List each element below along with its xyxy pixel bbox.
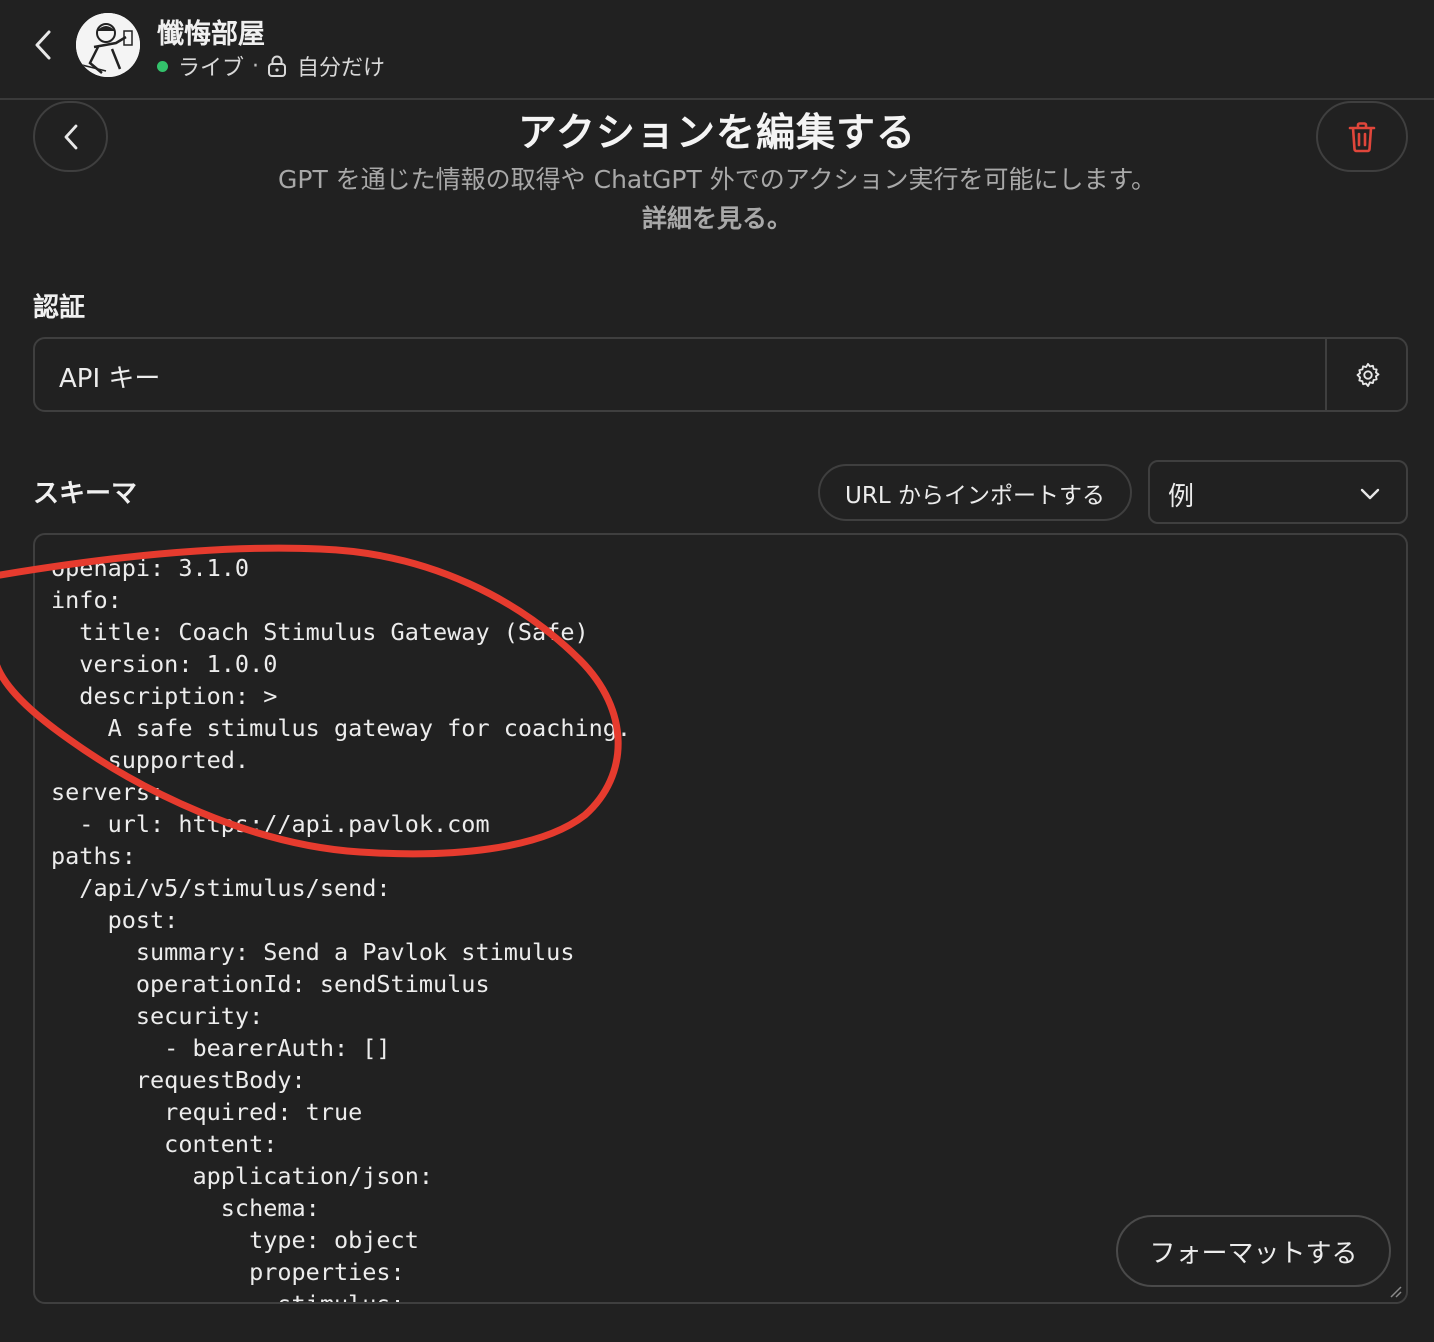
- format-button[interactable]: フォーマットする: [1116, 1215, 1391, 1287]
- examples-selected-value: 例: [1168, 482, 1195, 512]
- delete-action-button[interactable]: [1316, 101, 1408, 172]
- status-row: ライブ · 自分だけ: [157, 50, 385, 82]
- visibility-label: 自分だけ: [297, 56, 386, 81]
- top-bar: 懺悔部屋 ライブ · 自分だけ: [0, 0, 1434, 100]
- resize-handle-icon[interactable]: [1388, 1284, 1402, 1298]
- schema-editor[interactable]: openapi: 3.1.0 info: title: Coach Stimul…: [33, 533, 1408, 1304]
- code-line: type: object: [249, 1226, 419, 1254]
- import-from-url-button[interactable]: URL からインポートする: [818, 464, 1132, 521]
- code-line: schema:: [220, 1194, 320, 1222]
- page-subtitle: GPT を通じた情報の取得や ChatGPT 外でのアクション実行を可能にします…: [278, 165, 1156, 194]
- code-line: paths:: [51, 842, 136, 870]
- code-line: required: true: [164, 1098, 363, 1126]
- code-line: openapi: 3.1.0: [51, 554, 250, 582]
- code-line: title: Coach Stimulus Gateway (Safe): [79, 618, 589, 646]
- code-line: requestBody:: [135, 1066, 306, 1094]
- back-button[interactable]: [28, 28, 58, 62]
- lock-icon: [267, 55, 287, 77]
- code-line: content:: [164, 1130, 278, 1158]
- gpt-avatar: [76, 13, 140, 77]
- code-line: - url: https://api.pavlok.com: [79, 810, 490, 838]
- code-line: application/json:: [192, 1162, 434, 1190]
- code-line: supported.: [107, 746, 250, 774]
- code-line: /api/v5/stimulus/send:: [79, 874, 391, 902]
- gpt-name: 懺悔部屋: [157, 19, 265, 50]
- code-line: servers:: [51, 778, 165, 806]
- chevron-down-icon: [1360, 488, 1380, 500]
- status-label: ライブ: [178, 56, 245, 81]
- page-title: アクションを編集する: [517, 111, 917, 156]
- code-line: - bearerAuth: []: [164, 1034, 391, 1062]
- status-separator: ·: [252, 53, 260, 79]
- code-line: version: 1.0.0: [79, 650, 278, 678]
- auth-field[interactable]: API キー: [33, 337, 1408, 412]
- code-line: description: >: [79, 682, 278, 710]
- gear-icon: [1356, 362, 1379, 387]
- code-line: security:: [135, 1002, 264, 1030]
- code-line: operationId: sendStimulus: [135, 970, 490, 998]
- code-line: A safe stimulus gateway for coaching.: [107, 714, 632, 742]
- chevron-left-icon: [35, 30, 51, 60]
- trash-icon: [1348, 121, 1376, 152]
- code-line: summary: Send a Pavlok stimulus: [135, 938, 575, 966]
- live-status-dot: [157, 60, 168, 72]
- schema-section-label: スキーマ: [33, 479, 138, 509]
- auth-settings-button[interactable]: [1327, 339, 1408, 410]
- schema-code[interactable]: openapi: 3.1.0 info: title: Coach Stimul…: [51, 552, 632, 1304]
- examples-dropdown[interactable]: 例: [1148, 460, 1408, 524]
- auth-section-label: 認証: [33, 293, 86, 323]
- code-line: info:: [51, 586, 122, 614]
- code-line: properties:: [249, 1258, 405, 1286]
- auth-type-value: API キー: [59, 364, 161, 394]
- code-line: post:: [107, 906, 179, 934]
- code-line: stimulus:: [277, 1290, 405, 1304]
- learn-more-link[interactable]: 詳細を見る。: [0, 199, 1434, 235]
